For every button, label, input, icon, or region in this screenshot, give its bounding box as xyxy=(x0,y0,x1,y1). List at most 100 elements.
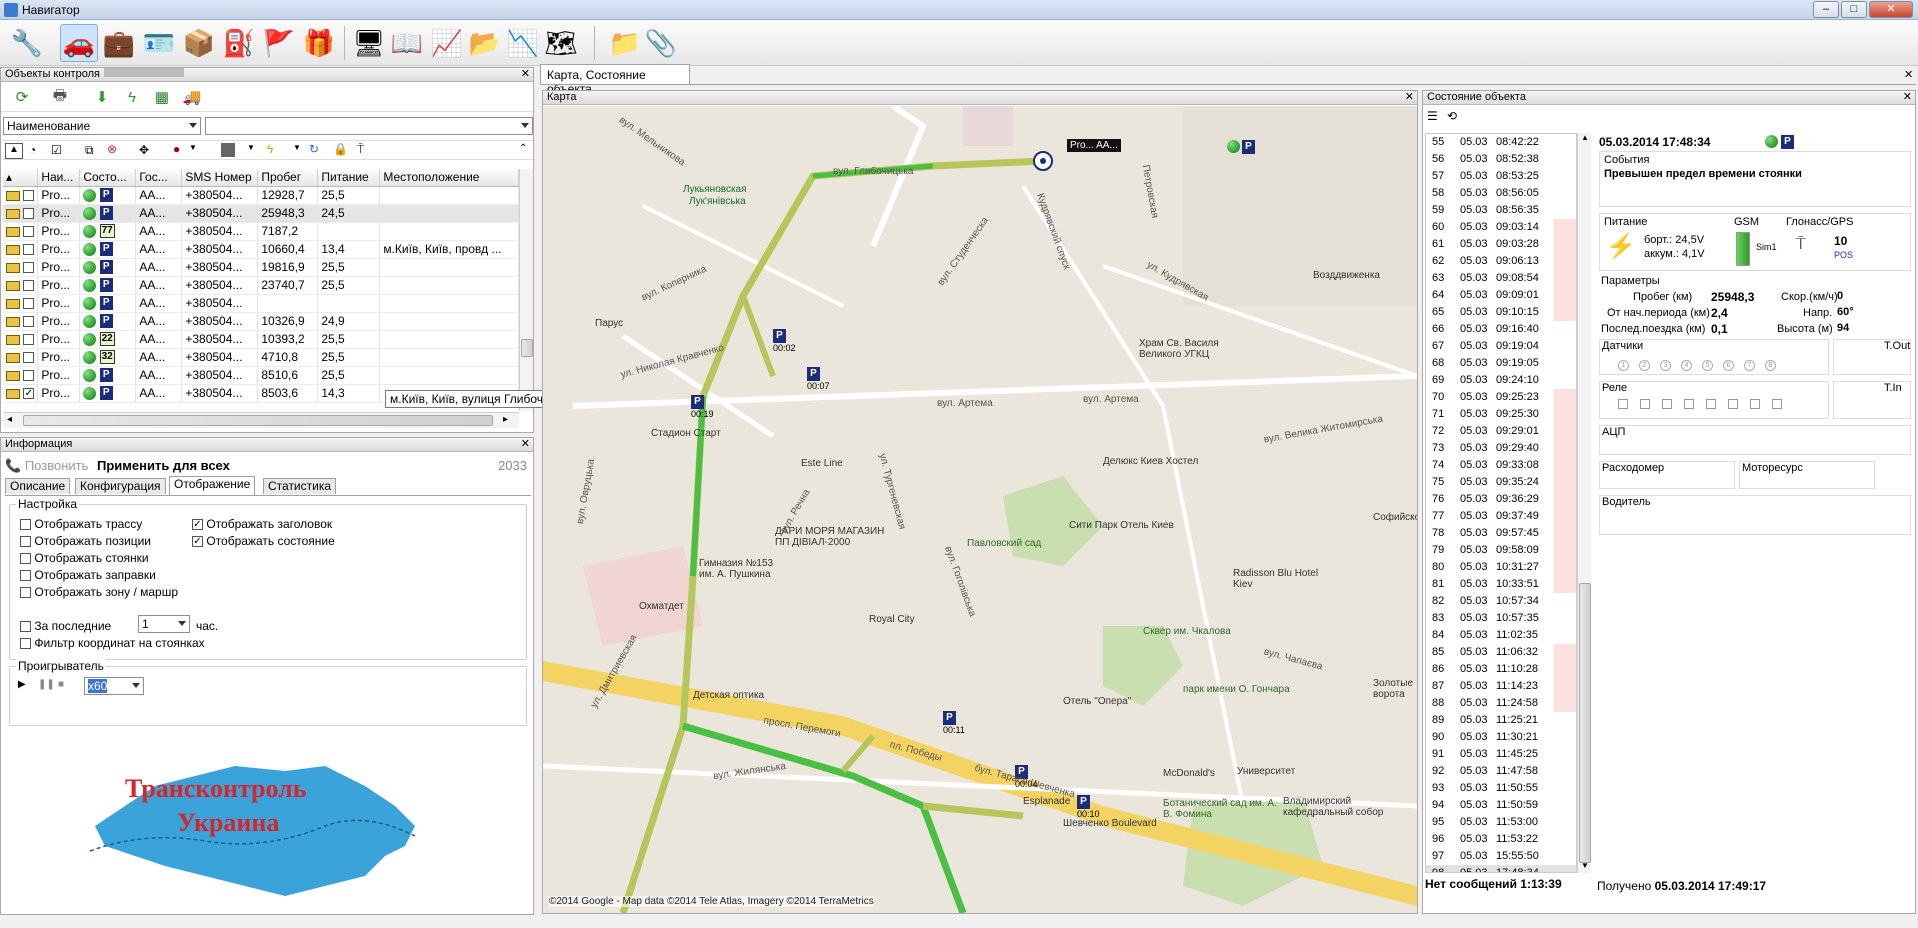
list-item[interactable]: 94 05.03 11:50:59 xyxy=(1426,797,1576,814)
list-item[interactable]: 62 05.03 09:06:13 xyxy=(1426,253,1576,270)
list-item[interactable]: 61 05.03 09:03:28 xyxy=(1426,236,1576,253)
objects-hscrollbar[interactable]: ◂ ▸ xyxy=(3,412,519,428)
close-icon[interactable]: ✕ xyxy=(521,438,530,451)
show-parking-checkbox[interactable]: Отображать стоянки xyxy=(20,551,149,565)
list-item[interactable]: 71 05.03 09:25:30 xyxy=(1426,406,1576,423)
table-row[interactable]: Pro... P AA... +380504... xyxy=(3,294,519,313)
list-item[interactable]: 68 05.03 09:19:05 xyxy=(1426,355,1576,372)
terminal-icon[interactable]: 🖥 xyxy=(350,24,388,62)
column-header-sms[interactable]: SMS Номер xyxy=(181,169,259,187)
list-item[interactable]: 83 05.03 10:57:35 xyxy=(1426,610,1576,627)
tab-configuration[interactable]: Конфигурация xyxy=(75,478,166,494)
list-item[interactable]: 81 05.03 10:33:51 xyxy=(1426,576,1576,593)
list-item[interactable]: 97 05.03 15:55:50 xyxy=(1426,848,1576,865)
parking-marker[interactable]: P 00:11 xyxy=(943,710,965,735)
lightning-icon[interactable]: ϟ xyxy=(267,142,273,156)
sort-header[interactable]: ▴ xyxy=(3,169,39,187)
list-item[interactable]: 73 05.03 09:29:40 xyxy=(1426,440,1576,457)
lightning-icon[interactable]: ϟ xyxy=(121,86,143,108)
filter-input[interactable] xyxy=(205,117,533,135)
list-item[interactable]: 56 05.03 08:52:38 xyxy=(1426,151,1576,168)
row-checkbox[interactable] xyxy=(23,208,35,220)
list-item[interactable]: 66 05.03 09:16:40 xyxy=(1426,321,1576,338)
pump-icon[interactable]: ⛽ xyxy=(220,24,258,62)
wrench-icon[interactable]: 🔧 xyxy=(8,24,46,62)
table-row[interactable]: Pro... 32 AA... +380504... 4710,8 25,5 xyxy=(3,348,519,367)
list-item[interactable]: 91 05.03 11:45:25 xyxy=(1426,746,1576,763)
column-header-power[interactable]: Питание xyxy=(317,169,381,187)
list-item[interactable]: 78 05.03 09:57:45 xyxy=(1426,525,1576,542)
tab-display[interactable]: Отображение xyxy=(169,476,256,495)
list-item[interactable]: 88 05.03 11:24:58 xyxy=(1426,695,1576,712)
column-header-name[interactable]: Наи... xyxy=(37,169,81,187)
stop-icon[interactable]: ⊗ xyxy=(107,142,117,156)
chart-icon[interactable]: 📈 xyxy=(428,24,466,62)
column-header-state[interactable]: Состо... xyxy=(79,169,137,187)
list-item[interactable]: 67 05.03 09:19:04 xyxy=(1426,338,1576,355)
vehicles-icon[interactable]: 🚚 xyxy=(181,86,203,108)
stop-icon[interactable]: ■ xyxy=(58,679,64,690)
download-icon[interactable]: ⬇ xyxy=(91,86,113,108)
table-row[interactable]: Pro... P AA... +380504... 10326,9 24,9 xyxy=(3,312,519,331)
last-hours-select[interactable]: 1 xyxy=(138,615,190,633)
flag-icon[interactable]: 🚩 xyxy=(260,24,298,62)
list-item[interactable]: 64 05.03 09:09:01 xyxy=(1426,287,1576,304)
row-checkbox[interactable] xyxy=(23,298,35,310)
sled-icon[interactable]: 📦 xyxy=(180,24,218,62)
pin-icon[interactable]: ⍑ xyxy=(357,142,364,157)
minimize-button[interactable]: – xyxy=(1813,1,1839,18)
row-checkbox[interactable] xyxy=(23,280,35,292)
chevron-down-icon[interactable]: ▼ xyxy=(189,143,197,152)
grid-icon[interactable]: ▦ xyxy=(151,86,173,108)
parking-marker[interactable]: P 00:07 xyxy=(807,366,830,391)
list-view-icon[interactable]: ☰ xyxy=(1427,109,1438,123)
list-item[interactable]: 69 05.03 09:24:10 xyxy=(1426,372,1576,389)
route-icon[interactable]: 📁 xyxy=(606,24,644,62)
row-checkbox[interactable] xyxy=(23,226,35,238)
column-header-location[interactable]: Местоположение xyxy=(379,169,519,187)
id-card-icon[interactable]: 🪪 xyxy=(140,24,178,62)
show-header-checkbox[interactable]: ✓ Отображать заголовок xyxy=(192,517,332,531)
list-item[interactable]: 70 05.03 09:25:23 xyxy=(1426,389,1576,406)
table-row[interactable]: Pro... 22 AA... +380504... 10393,2 25,5 xyxy=(3,330,519,349)
table-row[interactable]: Pro... P AA... +380504... 19816,9 25,5 xyxy=(3,258,519,277)
record-icon[interactable]: ● xyxy=(173,142,180,156)
coordinate-filter-checkbox[interactable]: Фильтр координат на стоянках xyxy=(20,636,205,650)
show-track-checkbox[interactable]: Отображать трассу xyxy=(20,517,142,531)
row-checkbox[interactable] xyxy=(23,316,35,328)
table-row[interactable]: Pro... 77 AA... +380504... 7187,2 xyxy=(3,222,519,241)
close-button[interactable]: ✕ xyxy=(1869,1,1913,18)
list-item[interactable]: 90 05.03 11:30:21 xyxy=(1426,729,1576,746)
chevron-down-icon[interactable]: ▼ xyxy=(293,143,301,152)
list-item[interactable]: 65 05.03 09:10:15 xyxy=(1426,304,1576,321)
graph-icon[interactable]: 📉 xyxy=(504,24,542,62)
show-zone-checkbox[interactable]: Отображать зону / маршр xyxy=(20,585,178,599)
move-icon[interactable]: ✥ xyxy=(139,143,149,157)
reload-icon[interactable]: ↻ xyxy=(309,142,319,156)
maximize-button[interactable]: □ xyxy=(1841,1,1867,18)
list-item[interactable]: 92 05.03 11:47:58 xyxy=(1426,763,1576,780)
objects-vscrollbar[interactable] xyxy=(519,169,533,411)
close-icon[interactable]: ✕ xyxy=(1904,68,1913,81)
parking-marker[interactable]: P 00:19 xyxy=(691,394,714,419)
row-checkbox[interactable] xyxy=(23,190,35,202)
print-icon[interactable]: 🖶 xyxy=(49,86,71,108)
pause-icon[interactable]: ❚❚ xyxy=(38,679,55,690)
list-item[interactable]: 89 05.03 11:25:21 xyxy=(1426,712,1576,729)
list-item[interactable]: 84 05.03 11:02:35 xyxy=(1426,627,1576,644)
scroll-left-icon[interactable]: ◂ xyxy=(7,414,12,425)
parking-marker[interactable]: P 00:10 xyxy=(1077,794,1100,819)
list-item[interactable]: 57 05.03 08:53:25 xyxy=(1426,168,1576,185)
row-checkbox[interactable] xyxy=(23,334,35,346)
refresh-icon[interactable]: ⟳ xyxy=(11,86,33,108)
show-fueling-checkbox[interactable]: Отображать заправки xyxy=(20,568,156,582)
show-state-checkbox[interactable]: ✓ Отображать состояние xyxy=(192,534,335,548)
tab-statistics[interactable]: Статистика xyxy=(263,478,337,494)
list-item[interactable]: 63 05.03 09:08:54 xyxy=(1426,270,1576,287)
parking-marker[interactable]: P 00:02 xyxy=(773,328,796,353)
messages-vscrollbar[interactable]: ▲ ▼ xyxy=(1577,133,1591,873)
box-icon[interactable]: 🎁 xyxy=(300,24,338,62)
list-item[interactable]: 93 05.03 11:50:55 xyxy=(1426,780,1576,797)
tab-map-state[interactable]: Карта, Состояние объекта xyxy=(540,64,690,96)
lock-icon[interactable]: 🔒 xyxy=(333,142,348,156)
